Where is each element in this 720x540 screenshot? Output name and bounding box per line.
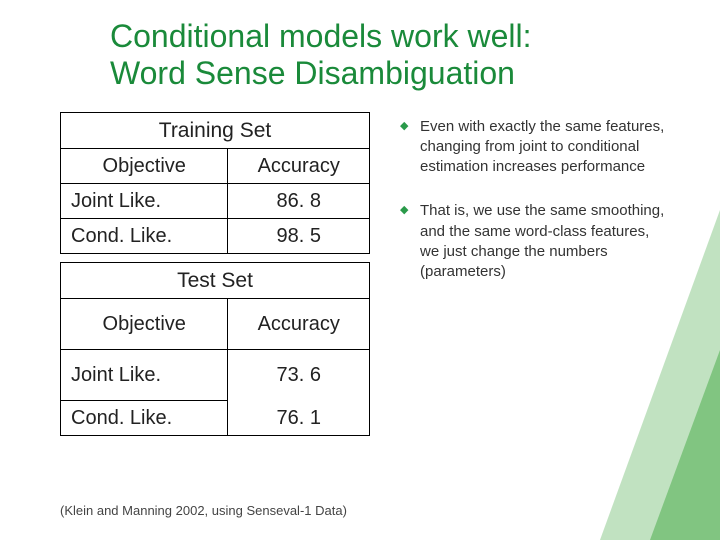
training-row-1-accuracy: 98. 5: [228, 218, 370, 253]
slide-title: Conditional models work well: Word Sense…: [40, 18, 680, 92]
test-table: Test Set Objective Accuracy Joint Like. …: [60, 262, 370, 436]
training-col-objective: Objective: [61, 148, 228, 183]
test-col-accuracy: Accuracy: [228, 299, 370, 350]
table-row: Cond. Like. 76. 1: [61, 401, 370, 436]
training-row-1-objective: Cond. Like.: [61, 218, 228, 253]
bullets-column: Even with exactly the same features, cha…: [400, 112, 680, 445]
test-row-0-accuracy: 73. 6: [228, 350, 370, 401]
training-col-accuracy: Accuracy: [228, 148, 370, 183]
test-row-0-objective: Joint Like.: [61, 350, 228, 401]
table-row: Cond. Like. 98. 5: [61, 218, 370, 253]
list-item: Even with exactly the same features, cha…: [400, 117, 670, 178]
test-row-1-objective: Cond. Like.: [61, 401, 228, 436]
slide-container: Conditional models work well: Word Sense…: [0, 0, 720, 540]
tables-column: Training Set Objective Accuracy Joint Li…: [60, 112, 370, 445]
training-row-0-accuracy: 86. 8: [228, 183, 370, 218]
test-set-label: Test Set: [61, 262, 370, 298]
bullet-list: Even with exactly the same features, cha…: [400, 117, 670, 283]
title-line-2: Word Sense Disambiguation: [110, 55, 515, 91]
citation-footnote: (Klein and Manning 2002, using Senseval-…: [60, 503, 347, 518]
table-row: Joint Like. 73. 6: [61, 350, 370, 401]
table-row: Joint Like. 86. 8: [61, 183, 370, 218]
training-row-0-objective: Joint Like.: [61, 183, 228, 218]
list-item: That is, we use the same smoothing, and …: [400, 201, 670, 282]
training-table: Training Set Objective Accuracy Joint Li…: [60, 112, 370, 254]
training-set-label: Training Set: [61, 112, 370, 148]
content-row: Training Set Objective Accuracy Joint Li…: [40, 112, 680, 445]
title-line-1: Conditional models work well:: [110, 18, 532, 54]
test-col-objective: Objective: [61, 299, 228, 350]
test-row-1-accuracy: 76. 1: [228, 401, 370, 436]
